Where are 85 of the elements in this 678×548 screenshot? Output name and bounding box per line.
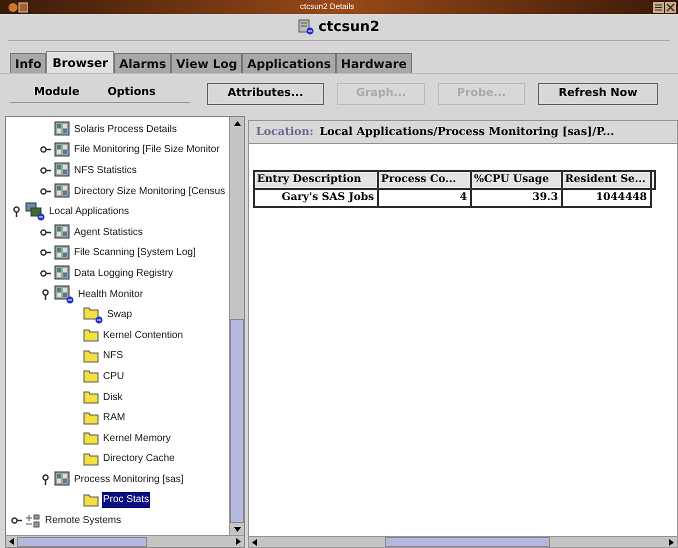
column-header[interactable]: Process Co... <box>378 171 471 189</box>
table-cell: 39.3 <box>471 188 562 206</box>
tree-item[interactable]: Process Monitoring [sas] <box>73 472 184 487</box>
expanded-toggle-icon[interactable] <box>42 474 48 485</box>
folder-icon <box>83 430 99 446</box>
scroll-right-icon[interactable] <box>669 538 674 546</box>
tree-item[interactable]: Directory Cache <box>102 451 176 466</box>
location-path: Local Applications/Process Monitoring [sas]/P... <box>320 124 614 140</box>
scroll-left-icon[interactable] <box>252 538 257 546</box>
tree-item[interactable]: Health Monitor <box>77 286 144 302</box>
column-header[interactable]: Entry Description <box>254 171 378 189</box>
tree-item[interactable]: Swap <box>106 307 134 322</box>
module-icon <box>54 162 70 178</box>
tree-item[interactable]: Kernel Memory <box>102 430 172 446</box>
column-header[interactable]: Resident Se... <box>562 171 651 189</box>
column-header[interactable]: %CPU Usage <box>471 171 562 189</box>
module-icon <box>54 121 70 138</box>
folder-icon <box>83 368 99 384</box>
folder-icon <box>83 450 99 467</box>
scroll-thumb[interactable] <box>17 536 147 546</box>
tab[interactable]: Alarms <box>114 53 172 73</box>
tree-item[interactable]: File Scanning [System Log] <box>73 245 197 260</box>
tree-item[interactable]: Agent Statistics <box>73 224 144 240</box>
module-icon <box>54 142 70 158</box>
minimize-icon[interactable] <box>653 2 664 12</box>
close-icon[interactable] <box>665 2 676 12</box>
host-title: ctcsun2 <box>318 18 380 36</box>
scroll-right-icon[interactable] <box>236 538 241 545</box>
tree-item[interactable]: Kernel Contention <box>102 328 184 343</box>
collapsed-toggle-icon[interactable] <box>40 166 50 174</box>
module-icon <box>54 224 70 240</box>
network-icon <box>25 512 41 529</box>
toolbar-button[interactable]: Attributes... <box>207 82 324 104</box>
collapsed-toggle-icon[interactable] <box>40 146 50 154</box>
server-icon <box>298 19 316 35</box>
tree-item[interactable]: RAM <box>102 410 126 426</box>
collapsed-toggle-icon[interactable] <box>40 249 50 256</box>
tree-item[interactable]: Disk <box>102 390 124 405</box>
scroll-thumb[interactable] <box>385 537 550 547</box>
scroll-thumb[interactable] <box>230 319 244 523</box>
tree-item[interactable]: Remote Systems <box>44 513 122 528</box>
table-cell: Gary's SAS Jobs <box>254 188 378 206</box>
location-label: Location: <box>256 124 314 140</box>
table-cell: 1044448 <box>562 188 651 206</box>
tree-item[interactable]: NFS Statistics <box>73 162 138 178</box>
module-icon <box>54 244 70 261</box>
collapsed-toggle-icon[interactable] <box>40 188 50 195</box>
tab[interactable]: Browser <box>46 51 114 73</box>
scroll-left-icon[interactable] <box>9 538 14 545</box>
table-cell: 4 <box>378 188 471 206</box>
window-menu-icon[interactable] <box>8 2 28 12</box>
horizontal-scrollbar[interactable] <box>6 535 244 547</box>
expanded-toggle-icon[interactable] <box>12 206 20 218</box>
module-icon <box>54 265 70 282</box>
folder-icon <box>83 348 99 364</box>
window-title: ctcsun2 Details <box>300 1 354 13</box>
tree-item[interactable]: NFS <box>102 348 124 364</box>
collapsed-toggle-icon[interactable] <box>40 270 50 277</box>
collapsed-toggle-icon[interactable] <box>10 517 22 524</box>
folder-icon <box>83 492 99 508</box>
tree-item[interactable]: Directory Size Monitoring [Census <box>73 184 226 199</box>
menu-item[interactable]: Module <box>34 84 80 100</box>
scroll-down-icon[interactable] <box>234 526 240 532</box>
tree-item[interactable]: Data Logging Registry <box>73 266 174 281</box>
tree-item[interactable]: File Monitoring [File Size Monitor <box>73 142 221 158</box>
scroll-up-icon[interactable] <box>234 120 240 126</box>
tree-item[interactable]: CPU <box>102 368 126 384</box>
tree-item[interactable]: Proc Stats <box>102 492 150 508</box>
tree-item[interactable]: Local Applications <box>48 204 130 220</box>
horizontal-scrollbar[interactable] <box>248 536 678 548</box>
tab[interactable]: Info <box>10 53 46 73</box>
toolbar-button[interactable]: Refresh Now <box>538 82 658 104</box>
expanded-toggle-icon[interactable] <box>42 288 48 300</box>
menu-item[interactable]: Options <box>107 84 156 100</box>
tree-item[interactable]: Solaris Process Details <box>73 122 178 137</box>
collapsed-toggle-icon[interactable] <box>40 228 50 236</box>
tab[interactable]: View Log <box>171 53 242 73</box>
module-icon <box>54 471 70 488</box>
tab[interactable]: Applications <box>242 53 336 73</box>
folder-icon <box>83 327 99 344</box>
tab[interactable]: Hardware <box>336 53 412 73</box>
module-icon <box>54 183 70 200</box>
vertical-scrollbar[interactable] <box>229 117 244 535</box>
folder-icon <box>83 410 99 426</box>
folder-icon <box>83 389 99 406</box>
